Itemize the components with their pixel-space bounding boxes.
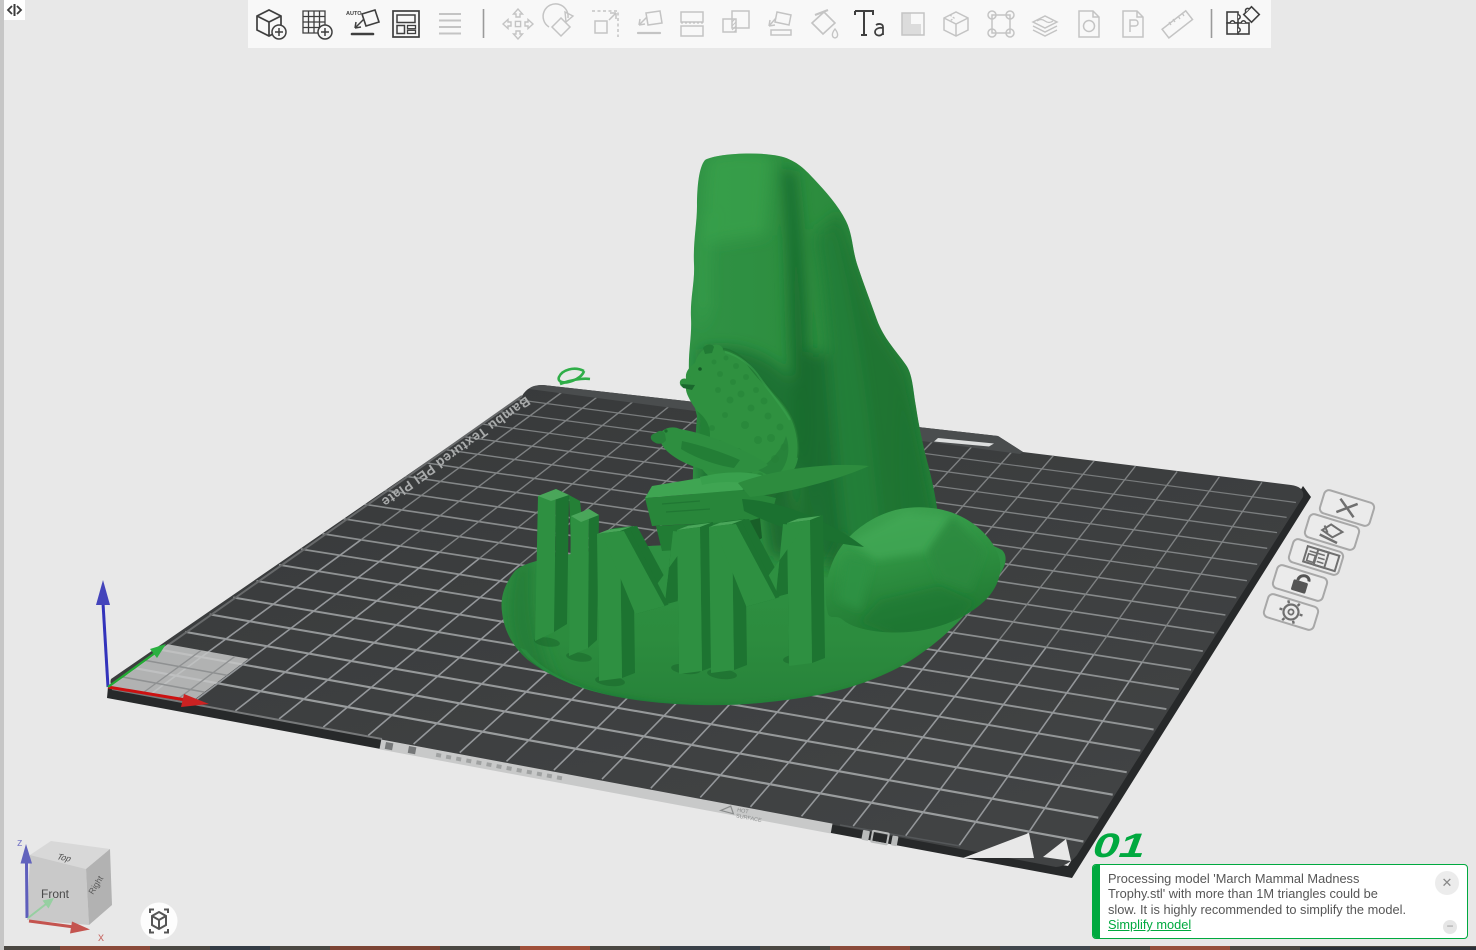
svg-text:01: 01 bbox=[1091, 827, 1147, 865]
svg-text:AUTO: AUTO bbox=[346, 11, 362, 17]
svg-text:x: x bbox=[98, 930, 104, 944]
svg-text:z: z bbox=[17, 837, 23, 849]
svg-text:Front: Front bbox=[41, 887, 70, 901]
